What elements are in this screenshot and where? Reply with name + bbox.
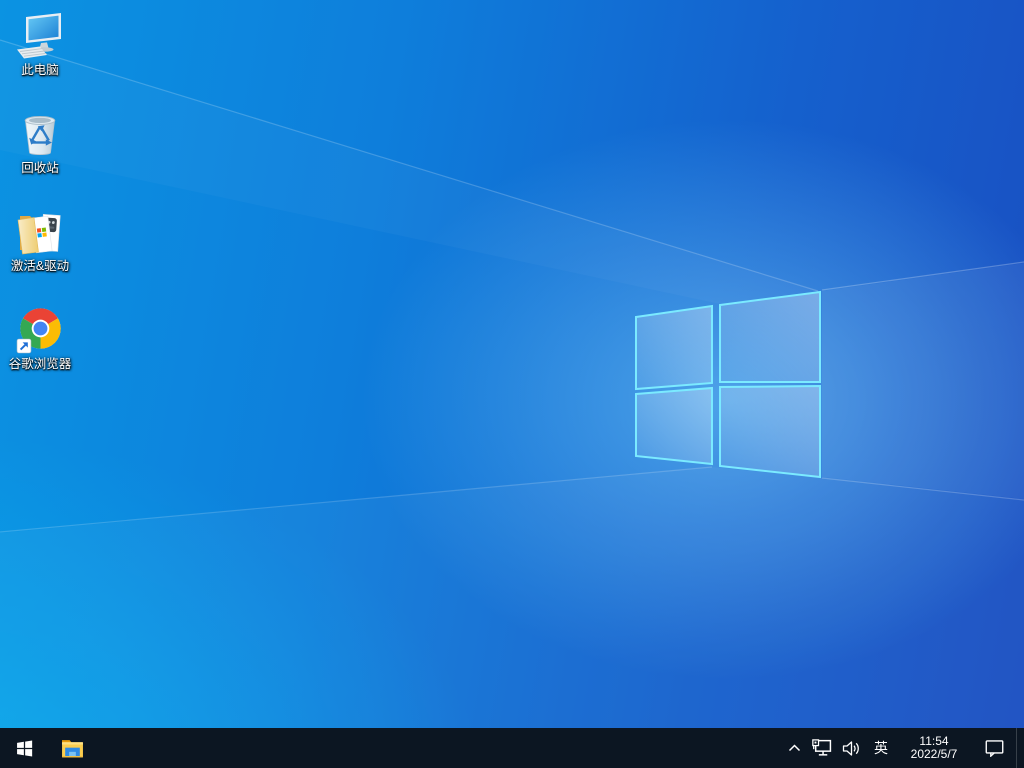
- file-explorer-button[interactable]: [48, 728, 96, 768]
- desktop-icon-recycle-bin[interactable]: 回收站: [2, 102, 78, 200]
- icon-label: 激活&驱动: [10, 259, 70, 273]
- icon-label: 回收站: [21, 161, 59, 175]
- desktop-icon-grid: 此电脑 回收站 激活&驱动 谷歌浏览器: [2, 4, 78, 396]
- folder-open-icon: [17, 214, 61, 255]
- show-hidden-icons-button[interactable]: [782, 728, 807, 768]
- chrome-icon: [16, 308, 61, 354]
- taskbar-clock[interactable]: 11:54 2022/5/7: [895, 728, 973, 768]
- wired-network-icon: [812, 739, 832, 756]
- this-pc-icon: [17, 13, 61, 59]
- taskbar: 英 11:54 2022/5/7: [0, 728, 1024, 768]
- network-status-button[interactable]: [807, 728, 837, 768]
- show-desktop-button[interactable]: [1016, 728, 1024, 768]
- start-button[interactable]: [0, 728, 48, 768]
- windows-flag-icon: [16, 740, 32, 756]
- chevron-up-icon: [788, 743, 801, 751]
- windows-desktop: 此电脑 回收站 激活&驱动 谷歌浏览器 英 11:54 2022/5/7: [0, 0, 1024, 768]
- action-center-button[interactable]: [973, 728, 1016, 768]
- speaker-icon: [842, 740, 859, 756]
- desktop-icon-this-pc[interactable]: 此电脑: [2, 4, 78, 102]
- recycle-bin-icon: [24, 116, 56, 155]
- desktop-icon-google-chrome[interactable]: 谷歌浏览器: [2, 298, 78, 396]
- taskbar-empty-area: [96, 728, 782, 768]
- input-language-indicator[interactable]: 英: [867, 728, 895, 768]
- file-explorer-icon: [61, 739, 83, 757]
- system-tray: 英 11:54 2022/5/7: [782, 728, 1024, 768]
- desktop-icon-activation-drivers[interactable]: 激活&驱动: [2, 200, 78, 298]
- icon-label: 此电脑: [21, 63, 59, 77]
- desktop-wallpaper: [0, 0, 1024, 768]
- volume-button[interactable]: [837, 728, 867, 768]
- notification-bubble-icon: [985, 740, 1004, 757]
- clock-date: 2022/5/7: [910, 747, 958, 761]
- icon-label: 谷歌浏览器: [8, 357, 72, 371]
